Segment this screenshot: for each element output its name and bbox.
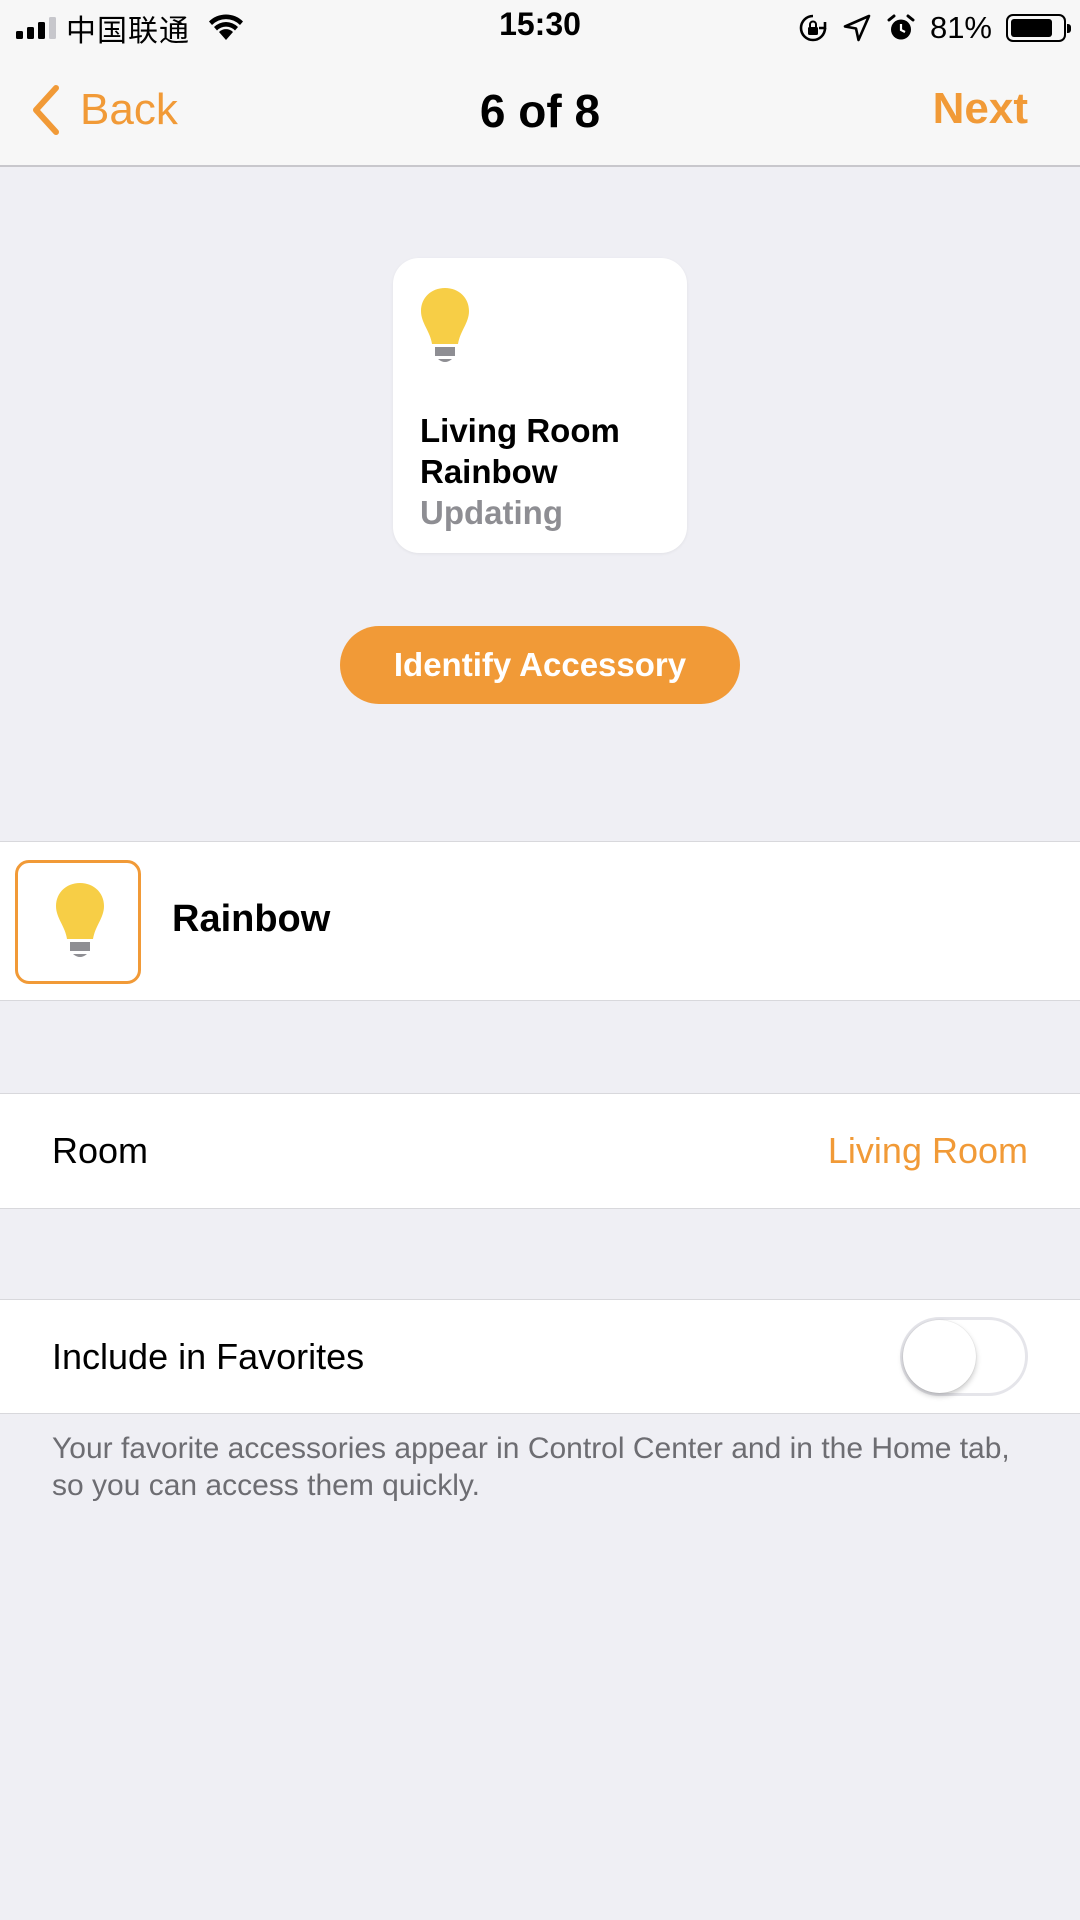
accessory-name-row: Rainbow [0, 841, 1080, 1001]
room-value: Living Room [827, 1130, 1028, 1171]
accessory-tile[interactable]: Living Room Rainbow Updating [393, 258, 687, 553]
room-row[interactable]: Room Living Room [0, 1093, 1080, 1209]
battery-percent: 81% [929, 10, 992, 45]
status-right: 81% [798, 8, 1071, 48]
tile-accessory-name: Living Room Rainbow [420, 412, 620, 490]
room-label: Room [52, 1130, 149, 1171]
favorites-footer-note: Your favorite accessories appear in Cont… [52, 1432, 1010, 1502]
identify-accessory-button[interactable]: Identify Accessory [340, 626, 740, 704]
lightbulb-icon [56, 883, 104, 957]
next-button[interactable]: Next [933, 84, 1028, 134]
accessory-name-field[interactable]: Rainbow [172, 898, 330, 941]
orientation-lock-icon [799, 14, 827, 42]
favorites-label: Include in Favorites [52, 1336, 365, 1377]
lightbulb-icon [421, 288, 469, 362]
page-title: 6 of 8 [479, 85, 601, 137]
tile-status: Updating [420, 494, 563, 531]
navigation-bar: Back 6 of 8 Next [0, 54, 1080, 167]
accessory-icon-picker[interactable] [15, 860, 141, 984]
favorites-toggle[interactable] [900, 1317, 1028, 1396]
toggle-knob [903, 1320, 976, 1393]
alarm-icon [887, 14, 915, 40]
battery-fill [1011, 19, 1052, 37]
favorites-row: Include in Favorites [0, 1299, 1080, 1414]
status-bar: 中国联通 15:30 81% [0, 0, 1080, 54]
battery-icon [1006, 14, 1071, 42]
location-icon [843, 14, 871, 42]
